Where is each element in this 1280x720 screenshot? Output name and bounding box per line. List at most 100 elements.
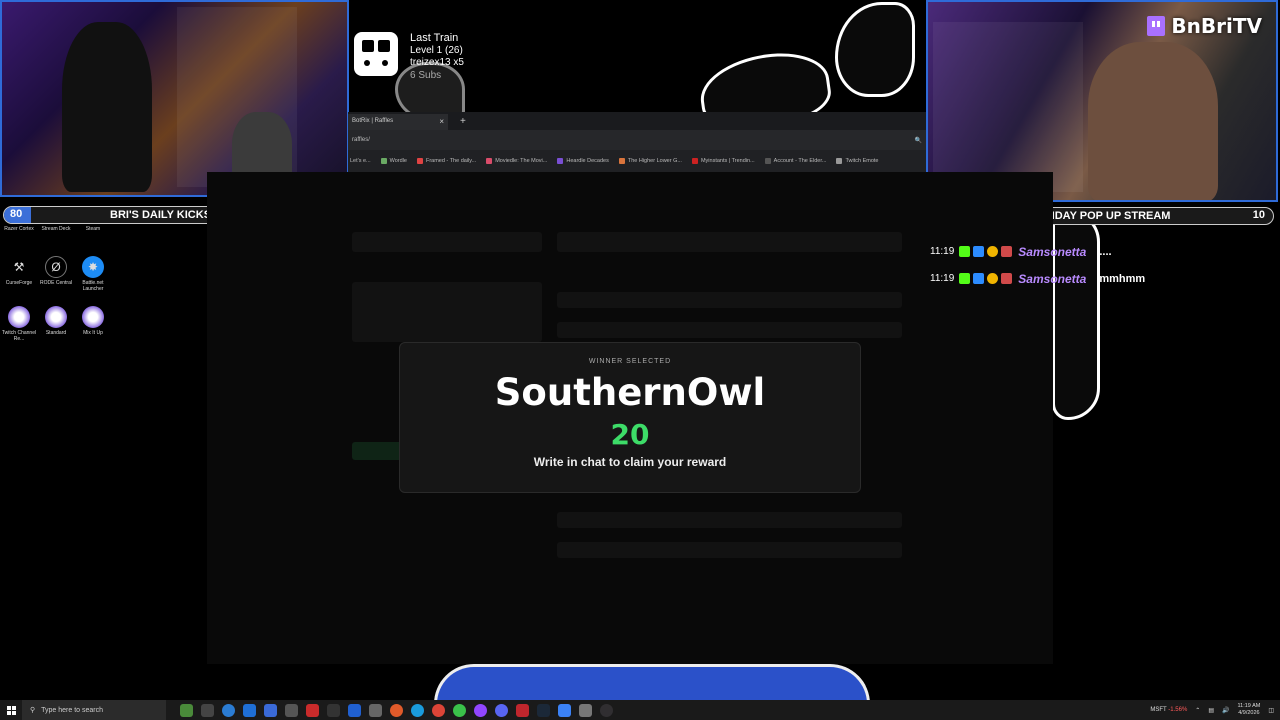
edge-icon[interactable]: [222, 703, 235, 717]
sub-badge-icon: [1001, 273, 1013, 284]
train-title: Last Train: [410, 32, 459, 44]
discord-icon[interactable]: [495, 703, 508, 717]
notification-icon[interactable]: ◫: [1268, 707, 1274, 714]
bookmark-label: Twitch Emote: [845, 158, 879, 164]
bookmark-item[interactable]: Myinstants | Trendin...: [691, 158, 755, 164]
icon-label: CurseForge: [5, 280, 33, 286]
taskbar-search[interactable]: ⚲ Type here to search: [22, 700, 166, 720]
windows-logo-icon: [6, 705, 16, 715]
desktop-icon-twitch-channel[interactable]: Twitch Channel Re...: [0, 306, 38, 342]
start-button[interactable]: [0, 700, 22, 720]
desktop-icon-battlenet[interactable]: ✸ Battle.net Launcher: [74, 256, 112, 292]
task-view-icon[interactable]: [201, 703, 214, 717]
train-icon: [354, 32, 398, 76]
browser-window: BotRix | Raffles × + raffles/ 🔍 Let's e.…: [348, 112, 926, 172]
bookmark-label: Myinstants | Trendin...: [700, 158, 755, 164]
bookmark-item[interactable]: Twitch Emote: [836, 158, 878, 164]
app-icon[interactable]: [369, 703, 382, 717]
icon-label: Battle.net Launcher: [82, 280, 104, 292]
taskbar-clock[interactable]: 11:19 AM 4/9/2026: [1237, 703, 1260, 717]
kick-badge-icon: [959, 273, 971, 284]
search-icon: ⚲: [30, 707, 36, 714]
app-icon[interactable]: [348, 703, 361, 717]
network-icon[interactable]: ▤: [1208, 707, 1214, 714]
train-top-user: treizex13 x5: [410, 57, 464, 68]
app-icon[interactable]: [453, 703, 466, 717]
app-icon[interactable]: [180, 703, 193, 717]
channel-brand: BnBriTV: [1147, 14, 1262, 38]
train-level: Level 1 (26): [410, 44, 463, 56]
desktop-icon-mix-it-up[interactable]: Mix It Up: [74, 306, 112, 336]
volume-icon[interactable]: 🔊: [1222, 707, 1229, 714]
battlenet-icon: ✸: [82, 256, 104, 278]
obs-icon[interactable]: [600, 703, 613, 717]
bookmark-item[interactable]: Account - The Elder...: [764, 158, 827, 164]
bookmarks-bar: Let's e... Wordle Framed - The daily... …: [348, 150, 926, 172]
claim-instruction: Write in chat to claim your reward: [533, 455, 727, 469]
chat-time: 11:19: [930, 246, 955, 257]
close-tab-icon[interactable]: ×: [439, 117, 444, 126]
chat-username[interactable]: Samsonetta: [1018, 272, 1086, 286]
steam-icon[interactable]: [537, 703, 550, 717]
desktop-icon-razer[interactable]: Razer Cortex: [0, 226, 38, 232]
winner-modal: WINNER SELECTED SouthernOwl 20 Write in …: [399, 342, 861, 493]
chat-text: mmhmm: [1099, 272, 1146, 285]
vip-badge-icon: [973, 246, 985, 257]
bookmark-item[interactable]: Moviedle: The Movi...: [486, 158, 547, 164]
bookmark-item[interactable]: Wordle: [380, 158, 407, 164]
app-icon[interactable]: [243, 703, 256, 717]
bookmark-item[interactable]: The Higher Lower G...: [618, 158, 682, 164]
tab-raffles[interactable]: BotRix | Raffles ×: [348, 114, 448, 130]
icon-label: Standard: [45, 330, 67, 336]
chat-overlay: 11:19 Samsonetta .... 11:19 Samsonetta m…: [930, 238, 1230, 292]
app-icon[interactable]: [264, 703, 277, 717]
channel-name: BnBriTV: [1171, 14, 1262, 38]
kick-badge-icon: [959, 246, 971, 257]
stock-symbol: MSFT: [1150, 707, 1167, 713]
app-icon[interactable]: [474, 703, 487, 717]
vip-badge-icon: [973, 273, 985, 284]
icon-label: Steam: [85, 226, 101, 232]
coin-badge-icon: [987, 273, 999, 284]
kicks-goal-current: 80: [10, 208, 23, 220]
bookmark-label: Wordle: [389, 158, 407, 164]
tab-bar: BotRix | Raffles × +: [348, 112, 926, 130]
bookmark-item[interactable]: Heardle Decades: [557, 158, 609, 164]
desktop-icon-curseforge[interactable]: ⚒ CurseForge: [0, 256, 38, 286]
chrome-icon[interactable]: [432, 703, 445, 717]
address-bar[interactable]: raffles/ 🔍: [348, 130, 926, 150]
app-icon[interactable]: [516, 703, 529, 717]
stock-widget[interactable]: MSFT -1.56%: [1150, 707, 1187, 713]
desktop-icon-standard[interactable]: Standard: [37, 306, 75, 336]
rode-icon: Ø: [45, 256, 67, 278]
popup-goal-target: 10: [1252, 209, 1265, 221]
fingerprint-icon: [45, 306, 67, 328]
app-icon[interactable]: [285, 703, 298, 717]
bookmark-item[interactable]: Let's e...: [350, 158, 371, 164]
search-icon[interactable]: 🔍: [915, 137, 922, 144]
chevron-up-icon[interactable]: ⌃: [1195, 707, 1200, 714]
system-tray: MSFT -1.56% ⌃ ▤ 🔊 11:19 AM 4/9/2026 ◫: [1150, 703, 1280, 717]
popup-goal-label: FRIDAY POP UP STREAM: [1037, 210, 1171, 222]
winner-selected-label: WINNER SELECTED: [588, 358, 672, 365]
sub-badge-icon: [1001, 246, 1013, 257]
icon-label: RODE Central: [40, 280, 72, 286]
tab-title: BotRix | Raffles: [352, 118, 394, 124]
clock-time: 11:19 AM: [1237, 703, 1261, 709]
app-icon[interactable]: [327, 703, 340, 717]
bookmark-label: Account - The Elder...: [773, 158, 827, 164]
app-icon[interactable]: [390, 703, 403, 717]
app-icon[interactable]: [558, 703, 571, 717]
app-icon[interactable]: [306, 703, 319, 717]
desktop-icon-rode[interactable]: Ø RODE Central: [37, 256, 75, 286]
desktop-icon-steam[interactable]: Steam: [74, 226, 112, 232]
chat-message: 11:19 Samsonetta ....: [930, 238, 1230, 265]
url-text: raffles/: [352, 137, 370, 143]
app-icon[interactable]: [579, 703, 592, 717]
app-icon[interactable]: [411, 703, 424, 717]
new-tab-icon[interactable]: +: [460, 116, 466, 127]
chat-username[interactable]: Samsonetta: [1018, 245, 1086, 259]
winner-ticket-count: 20: [610, 418, 650, 451]
desktop-icon-stream-deck[interactable]: Stream Deck: [37, 226, 75, 232]
bookmark-item[interactable]: Framed - The daily...: [416, 158, 476, 164]
